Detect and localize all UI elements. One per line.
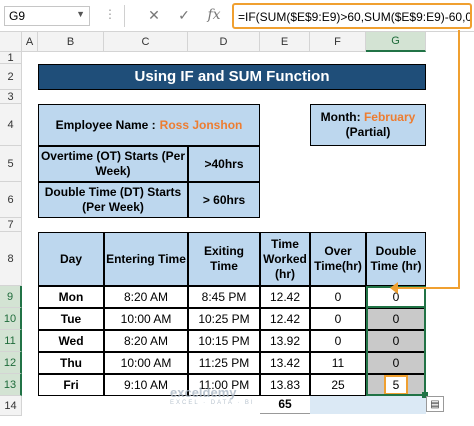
table-cell-overtime[interactable]: 25 [310,374,366,396]
table-cell-overtime[interactable]: 0 [310,308,366,330]
header-day[interactable]: Day [38,232,104,286]
row-header-7[interactable]: 7 [0,218,22,232]
row-header-2[interactable]: 2 [0,64,22,90]
overtime-rule-value[interactable]: >40hrs [188,146,260,182]
month-note: (Partial) [345,125,391,139]
insert-function-icon[interactable]: fx [206,7,222,23]
double-time-result: 5 [384,375,408,395]
watermark-tagline: EXCEL · DATA · BI [170,400,255,406]
table-cell-exiting[interactable]: 8:45 PM [188,286,260,308]
table-cell-day[interactable]: Mon [38,286,104,308]
cancel-icon[interactable]: ✕ [146,7,162,24]
header-over-time[interactable]: Over Time(hr) [310,232,366,286]
row-header-13[interactable]: 13 [0,374,22,396]
name-box-value: G9 [9,9,26,23]
header-time-worked[interactable]: Time Worked (hr) [260,232,310,286]
more-options-icon: ⋮ [104,7,116,21]
column-header-g[interactable]: G [366,32,426,52]
table-cell-double-time[interactable]: 0 [366,352,426,374]
overtime-rule-label[interactable]: Overtime (OT) Starts (Per Week) [38,146,188,182]
row-header-1[interactable]: 1 [0,52,22,64]
row-header-3[interactable]: 3 [0,90,22,104]
column-header-e[interactable]: E [260,32,310,52]
employee-name-cell[interactable]: Employee Name : Ross Jonshon [38,104,260,146]
table-cell-entering[interactable]: 10:00 AM [104,308,188,330]
table-cell-exiting[interactable]: 10:25 PM [188,308,260,330]
table-cell-worked[interactable]: 12.42 [260,286,310,308]
header-double-time[interactable]: Double Time (hr) [366,232,426,286]
table-cell-day[interactable]: Fri [38,374,104,396]
callout-arrowhead [390,282,398,294]
row-header-6[interactable]: 6 [0,182,22,218]
month-label: Month: [320,110,364,124]
row-header-10[interactable]: 10 [0,308,22,330]
table-cell-double-time[interactable]: 0 [366,308,426,330]
column-header-b[interactable]: B [38,32,104,52]
employee-label: Employee Name : [55,117,156,132]
paste-options-icon[interactable]: ▤ [426,396,444,412]
row-header-5[interactable]: 5 [0,146,22,182]
formula-input[interactable]: =IF(SUM($E$9:E9)>60,SUM($E$9:E9)-60,0) [232,3,472,29]
row-header-12[interactable]: 12 [0,352,22,374]
table-cell-exiting[interactable]: 10:15 PM [188,330,260,352]
table-cell-overtime[interactable]: 0 [310,330,366,352]
table-cell-double-time[interactable]: 0 [366,330,426,352]
name-box[interactable]: G9 ▼ [4,6,90,26]
table-cell-entering[interactable]: 10:00 AM [104,352,188,374]
employee-name: Ross Jonshon [159,117,243,132]
title-banner: Using IF and SUM Function [38,64,426,90]
double-time-rule-value[interactable]: > 60hrs [188,182,260,218]
row-header-9[interactable]: 9 [0,286,22,308]
row-header-14[interactable]: 14 [0,396,22,416]
row-header-4[interactable]: 4 [0,104,22,146]
header-exiting-time[interactable]: Exiting Time [188,232,260,286]
formula-bar: G9 ▼ ⋮ ✕ ✓ fx =IF(SUM($E$9:E9)>60,SUM($E… [0,0,474,32]
table-cell-entering[interactable]: 8:20 AM [104,286,188,308]
callout-line-horizontal [398,287,460,289]
watermark-logo: exceldemy EXCEL · DATA · BI [170,385,290,406]
table-cell-day[interactable]: Wed [38,330,104,352]
table-cell-overtime[interactable]: 0 [310,286,366,308]
column-header-f[interactable]: F [310,32,366,52]
total-empty-cells [310,396,426,414]
column-header-d[interactable]: D [188,32,260,52]
double-time-rule-label[interactable]: Double Time (DT) Starts (Per Week) [38,182,188,218]
row-header-8[interactable]: 8 [0,232,22,286]
table-cell-worked[interactable]: 13.92 [260,330,310,352]
table-cell-worked[interactable]: 12.42 [260,308,310,330]
select-all-corner[interactable] [0,32,22,52]
month-cell[interactable]: Month: February (Partial) [310,104,426,146]
table-cell-day[interactable]: Tue [38,308,104,330]
table-cell-overtime[interactable]: 11 [310,352,366,374]
table-cell-double-time[interactable]: 5 [366,374,426,396]
month-value: February [363,110,416,124]
formula-bar-divider [124,5,125,27]
callout-line-vertical [458,30,460,289]
watermark-name: exceldemy [170,385,237,400]
row-header-11[interactable]: 11 [0,330,22,352]
chevron-down-icon[interactable]: ▼ [76,9,85,19]
header-entering-time[interactable]: Entering Time [104,232,188,286]
table-cell-entering[interactable]: 8:20 AM [104,330,188,352]
table-cell-day[interactable]: Thu [38,352,104,374]
column-header-a[interactable]: A [22,32,38,52]
table-cell-worked[interactable]: 13.42 [260,352,310,374]
column-header-c[interactable]: C [104,32,188,52]
table-cell-exiting[interactable]: 11:25 PM [188,352,260,374]
confirm-icon[interactable]: ✓ [176,7,192,24]
